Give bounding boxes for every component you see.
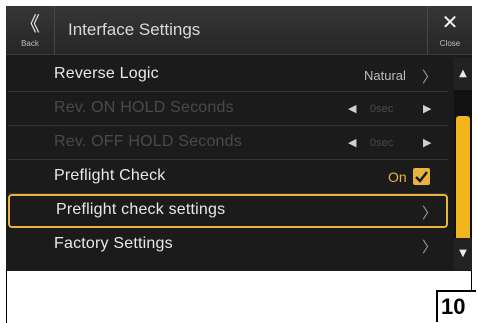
list-item-label: Rev. ON HOLD Seconds	[54, 99, 234, 116]
scrollbar[interactable]: ▲ ▼	[454, 58, 472, 270]
list-item-rev-off-hold: Rev. OFF HOLD Seconds ◀ 0sec ▶	[8, 126, 448, 160]
increase-arrow-icon: ▶	[423, 136, 432, 149]
back-button[interactable]: 《 Back	[6, 6, 55, 54]
decrease-arrow-icon: ◀	[348, 136, 357, 149]
increase-arrow-icon: ▶	[423, 102, 432, 115]
list-item-label: Reverse Logic	[54, 65, 159, 82]
decrease-arrow-icon: ◀	[348, 102, 357, 115]
settings-screen: 《 Back Interface Settings ✕ Close Revers…	[6, 6, 472, 271]
list-item-preflight-check[interactable]: Preflight Check On	[8, 160, 448, 194]
chevron-right-icon: 〉	[422, 205, 438, 222]
chevron-right-icon: 〉	[422, 239, 438, 256]
list-item-label: Factory Settings	[54, 235, 173, 252]
scroll-up-icon[interactable]: ▲	[454, 58, 472, 90]
frame-line-left	[6, 271, 7, 323]
list-item-rev-on-hold: Rev. ON HOLD Seconds ◀ 0sec ▶	[8, 92, 448, 126]
scroll-down-icon[interactable]: ▼	[454, 238, 472, 270]
header-bar: 《 Back Interface Settings ✕ Close	[6, 6, 472, 55]
list-item-label: Preflight Check	[54, 167, 166, 184]
reverse-logic-value: Natural	[364, 68, 406, 83]
frame-line-right	[471, 271, 472, 291]
rev-on-hold-value: 0sec	[370, 103, 394, 115]
list-item-reverse-logic[interactable]: Reverse Logic Natural 〉	[8, 58, 448, 92]
list-item-factory-settings[interactable]: Factory Settings 〉	[8, 228, 448, 262]
list-item-label: Rev. OFF HOLD Seconds	[54, 133, 242, 150]
checkbox-checked-icon[interactable]	[413, 168, 430, 185]
close-button[interactable]: ✕ Close	[427, 6, 472, 54]
back-icon: 《	[20, 12, 40, 36]
rev-off-hold-value: 0sec	[370, 137, 394, 149]
chevron-right-icon: 〉	[422, 69, 438, 86]
close-icon: ✕	[441, 10, 459, 34]
close-label: Close	[439, 39, 461, 48]
scrollbar-thumb[interactable]	[456, 116, 470, 246]
page-number: 10	[436, 290, 476, 322]
page-title: Interface Settings	[68, 20, 201, 39]
list-item-preflight-check-settings[interactable]: Preflight check settings 〉	[8, 194, 448, 228]
list-item-label: Preflight check settings	[56, 201, 226, 218]
preflight-check-state: On	[388, 169, 407, 185]
back-label: Back	[21, 39, 39, 48]
